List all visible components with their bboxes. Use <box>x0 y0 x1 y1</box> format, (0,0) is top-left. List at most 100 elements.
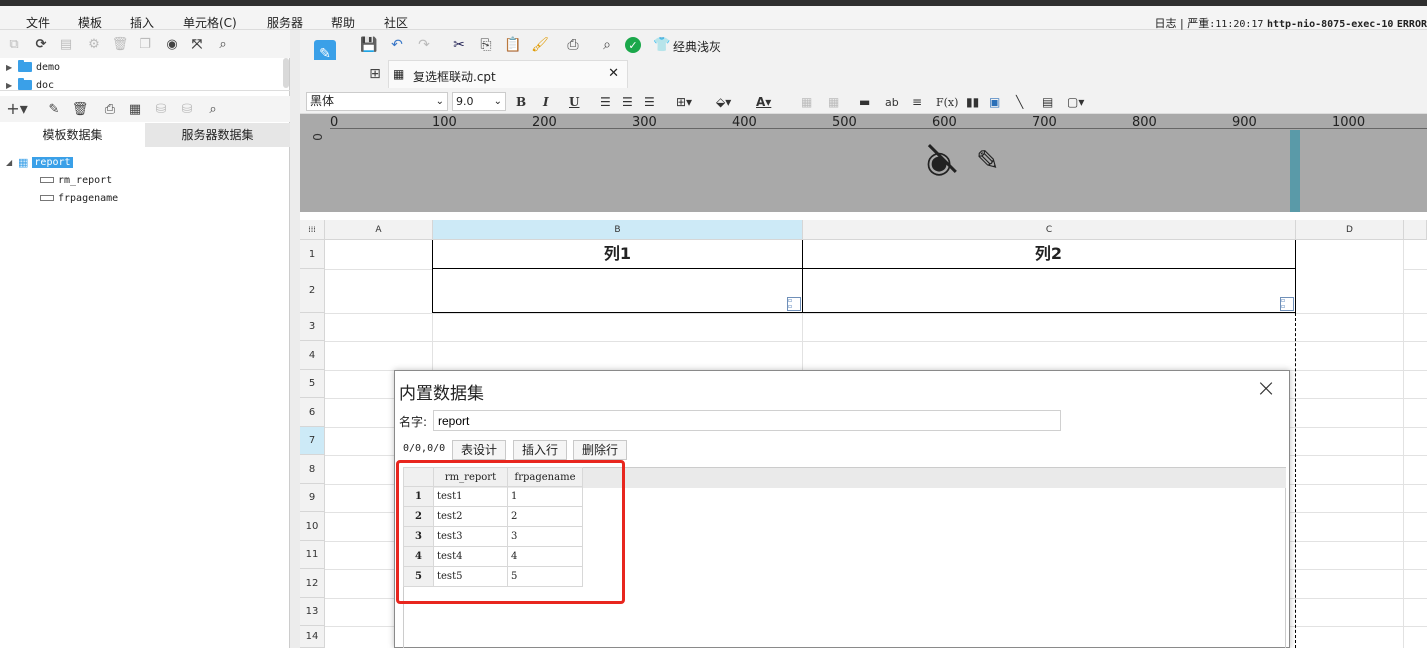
add-dataset-icon[interactable]: +▾ <box>6 99 28 118</box>
database-server-icon[interactable]: ⛁ <box>179 101 195 117</box>
collapse-icon[interactable]: ◢ <box>6 158 14 167</box>
tree-dataset-report[interactable]: ◢ ▦ report <box>6 154 73 170</box>
copy-icon[interactable]: ❐ <box>137 36 153 52</box>
copy-icon[interactable]: ⎘ <box>477 36 495 54</box>
align-center-icon[interactable]: ☰ <box>622 93 633 111</box>
preview-icon[interactable]: ⎙ <box>102 101 118 117</box>
row-header[interactable]: 11 <box>300 541 325 569</box>
underline-icon[interactable]: U <box>569 93 579 111</box>
row-header[interactable]: 5 <box>300 370 325 398</box>
delete-icon[interactable]: 🗑 <box>112 36 129 52</box>
align-left-icon[interactable]: ☰ <box>600 93 611 111</box>
menu-file[interactable]: 文件 <box>26 14 50 31</box>
row-header[interactable]: 4 <box>300 341 325 370</box>
undo-icon[interactable]: ↶ <box>388 36 406 54</box>
tab-template-datasets[interactable]: 模板数据集 <box>0 123 145 147</box>
delete-icon[interactable]: 🗑 <box>72 101 89 117</box>
border-icon[interactable]: ⊞▾ <box>676 93 692 111</box>
merge-cells-icon[interactable]: ▦ <box>801 93 812 111</box>
row-header[interactable]: 3 <box>300 313 325 341</box>
row-header[interactable]: 13 <box>300 598 325 626</box>
row-header[interactable]: 8 <box>300 455 325 484</box>
row-header[interactable]: 9 <box>300 484 325 512</box>
italic-icon[interactable]: I <box>543 93 549 111</box>
richtext-icon[interactable]: ≡ <box>912 93 922 111</box>
column-header[interactable]: D <box>1296 220 1404 240</box>
menu-help[interactable]: 帮助 <box>331 14 355 31</box>
expand-icon[interactable]: ▶ <box>6 81 14 90</box>
dataset-preview-icon[interactable]: ▦ <box>127 101 143 117</box>
tree-field[interactable]: frpagename <box>40 190 118 206</box>
search-icon[interactable]: ⌕ <box>205 101 221 117</box>
database-icon[interactable]: ⛁ <box>153 101 169 117</box>
text-ab-icon[interactable]: ab <box>885 93 899 111</box>
row-header[interactable]: 14 <box>300 626 325 648</box>
name-input[interactable] <box>433 410 1061 431</box>
menu-cell[interactable]: 单元格(C) <box>183 14 237 31</box>
menu-insert[interactable]: 插入 <box>130 14 154 31</box>
search-icon[interactable]: ⌕ <box>215 36 231 52</box>
tree-folder-demo[interactable]: ▶ demo <box>6 59 60 75</box>
format-painter-icon[interactable]: 🖌 <box>531 36 549 54</box>
collapse-icon[interactable]: ⤧ <box>189 36 205 52</box>
column-header[interactable]: C <box>803 220 1296 240</box>
font-family-select[interactable]: 黑体 ⌄ <box>306 92 448 111</box>
redo-icon[interactable]: ↷ <box>415 36 433 54</box>
chart-icon[interactable]: ▮▮ <box>966 93 979 111</box>
menu-server[interactable]: 服务器 <box>267 14 303 31</box>
chevron-down-icon[interactable]: ⌄ <box>494 93 502 110</box>
widget-icon[interactable]: ▢▾ <box>1067 93 1084 111</box>
cell-b2[interactable]: ▫ ▫ <box>432 268 803 313</box>
theme-button[interactable]: 经典浅灰 <box>673 38 721 55</box>
chevron-down-icon[interactable]: ⌄ <box>436 93 444 110</box>
font-color-icon[interactable]: A▾ <box>756 93 771 111</box>
search-template-icon[interactable]: ⌕ <box>598 36 616 54</box>
expand-icon[interactable]: ▶ <box>6 63 14 72</box>
font-size-select[interactable]: 9.0 ⌄ <box>452 92 506 111</box>
menu-template[interactable]: 模板 <box>78 14 102 31</box>
slash-icon[interactable]: ╲ <box>1016 93 1023 111</box>
close-icon[interactable]: ✕ <box>608 66 619 81</box>
column-header[interactable]: B <box>433 220 803 240</box>
new-folder-icon[interactable]: ⧉ <box>6 36 22 52</box>
checkbox-widget-icon[interactable]: ▫ ▫ <box>787 297 801 311</box>
image-icon[interactable]: ▣ <box>989 93 1000 111</box>
cell-c2[interactable]: ▫ ▫ <box>802 268 1296 313</box>
paste-icon[interactable]: 📋 <box>504 36 522 54</box>
settings-icon[interactable]: ⚙ <box>86 36 102 52</box>
cell-c1[interactable]: 列2 <box>802 240 1296 269</box>
preview-icon[interactable]: ⎙ <box>564 36 582 54</box>
split-cells-icon[interactable]: ▦ <box>828 93 839 111</box>
file-tab[interactable]: ▦ 复选框联动.cpt ✕ <box>388 60 628 88</box>
row-header[interactable]: 1 <box>300 240 325 269</box>
cell-b1[interactable]: 列1 <box>432 240 803 269</box>
tab-server-datasets[interactable]: 服务器数据集 <box>145 123 290 147</box>
row-header[interactable]: 12 <box>300 569 325 598</box>
insert-row-button[interactable]: 插入行 <box>513 440 568 460</box>
delete-row-button[interactable]: 删除行 <box>573 440 628 460</box>
refresh-icon[interactable]: ⟳ <box>33 36 49 52</box>
menu-community[interactable]: 社区 <box>384 14 408 31</box>
align-right-icon[interactable]: ☰ <box>644 93 655 111</box>
table-design-button[interactable]: 表设计 <box>452 440 507 460</box>
cut-icon[interactable]: ✂ <box>450 36 468 54</box>
open-icon[interactable]: ▤ <box>58 36 74 52</box>
select-all-corner[interactable]: ⁞⁞⁞ <box>300 220 325 240</box>
fill-color-icon[interactable]: ⬙▾ <box>716 93 731 111</box>
bold-icon[interactable]: B <box>516 93 526 111</box>
save-icon[interactable]: 💾 <box>360 36 378 54</box>
edit-pencil-icon[interactable]: ✎ <box>976 144 999 177</box>
close-icon[interactable]: × <box>1256 374 1276 402</box>
row-header[interactable]: 10 <box>300 512 325 541</box>
tree-field[interactable]: rm_report <box>40 172 112 188</box>
subreport-icon[interactable]: ▤ <box>1042 93 1053 111</box>
tree-scrollbar[interactable] <box>283 58 289 88</box>
edit-icon[interactable]: ✎ <box>46 101 62 117</box>
theme-icon[interactable]: 👕 <box>653 36 671 54</box>
row-header[interactable]: 2 <box>300 269 325 313</box>
log-label[interactable]: 日志 <box>1155 17 1177 30</box>
check-icon[interactable]: ✓ <box>625 37 641 53</box>
panel-divider[interactable] <box>290 30 300 648</box>
row-header[interactable]: 6 <box>300 398 325 427</box>
text-cell-icon[interactable]: ▬ <box>859 93 870 111</box>
